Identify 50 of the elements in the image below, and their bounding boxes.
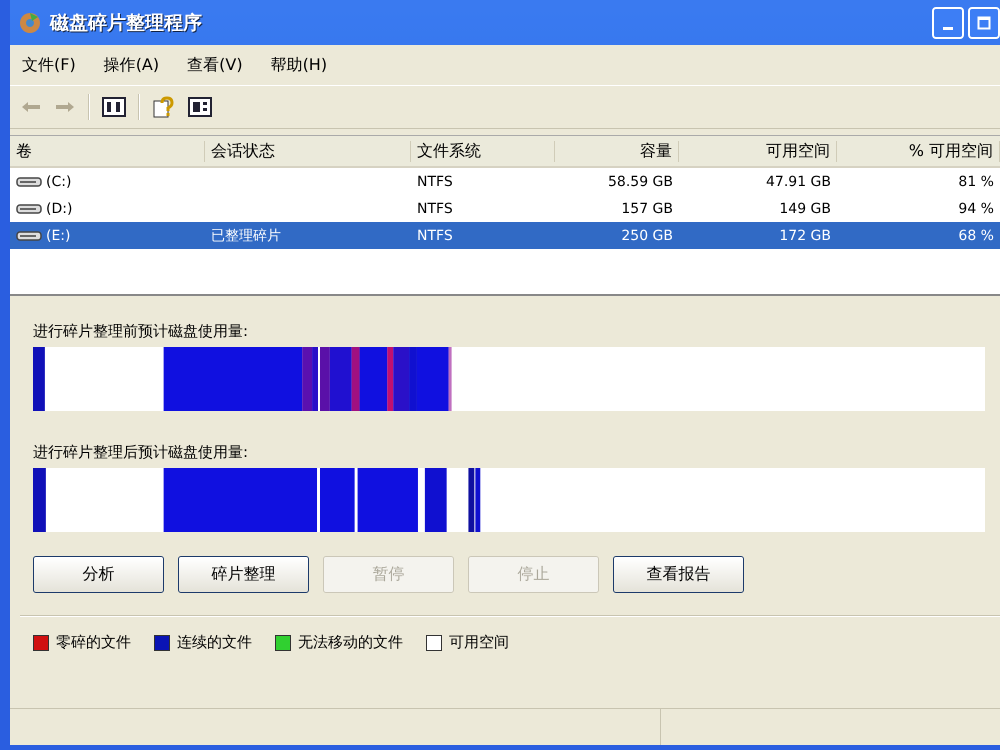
legend-label: 零碎的文件 [56, 633, 131, 652]
table-cell: NTFS [417, 174, 453, 190]
table-cell: (E:) [46, 228, 70, 244]
maximize-icon [977, 16, 991, 30]
table-cell: NTFS [417, 200, 453, 216]
map-label: 进行碎片整理后预计磁盘使用量: [33, 443, 250, 462]
action-button[interactable]: 查看报告 [613, 556, 744, 593]
volume-row[interactable]: (D:) NTFS 157 GB 149 GB 94 % [10, 195, 1000, 222]
minimize-icon [943, 27, 953, 30]
table-cell: 250 GB [621, 228, 673, 244]
menu-item[interactable]: 帮助(H) [270, 54, 328, 76]
properties-icon[interactable] [188, 97, 212, 117]
volume-row[interactable]: (E:) 已整理碎片 NTFS 250 GB 172 GB 68 % [10, 222, 1000, 249]
menu-item[interactable]: 操作(A) [104, 54, 160, 76]
legend-label: 连续的文件 [177, 633, 252, 652]
column-header[interactable]: 会话状态 [205, 140, 411, 162]
menu-item[interactable]: 查看(V) [187, 54, 243, 76]
action-button[interactable]: 碎片整理 [178, 556, 309, 593]
panel-icon[interactable] [102, 97, 126, 117]
maximize-button[interactable] [968, 6, 1000, 38]
menu-item[interactable]: 文件(F) [22, 54, 76, 76]
column-header[interactable]: 容量 [555, 140, 679, 162]
table-cell: 172 GB [779, 228, 831, 244]
table-cell: 58.59 GB [608, 174, 673, 190]
table-cell: 68 % [958, 228, 994, 244]
table-cell: (D:) [46, 200, 72, 216]
drive-icon [16, 202, 42, 214]
drive-icon [16, 176, 42, 188]
table-cell: (C:) [46, 174, 72, 190]
help-icon[interactable] [152, 95, 176, 119]
table-cell: 157 GB [621, 200, 673, 216]
map-label: 进行碎片整理前预计磁盘使用量: [33, 322, 250, 341]
column-header[interactable]: 卷 [10, 140, 205, 162]
table-cell: 81 % [958, 174, 994, 190]
table-cell: 47.91 GB [766, 174, 831, 190]
minimize-button[interactable] [932, 6, 964, 38]
disk-icon [18, 10, 42, 34]
table-cell: NTFS [417, 228, 453, 244]
column-header[interactable]: 文件系统 [411, 140, 555, 162]
window-title: 磁盘碎片整理程序 [50, 10, 202, 36]
table-cell: 94 % [958, 200, 994, 216]
column-header[interactable]: 可用空间 [679, 140, 837, 162]
drive-icon [16, 230, 42, 242]
legend-label: 可用空间 [449, 633, 509, 652]
action-button[interactable]: 分析 [33, 556, 164, 593]
table-cell: 149 GB [779, 200, 831, 216]
table-cell: 已整理碎片 [211, 226, 281, 244]
volume-row[interactable]: (C:) NTFS 58.59 GB 47.91 GB 81 % [10, 168, 1000, 195]
column-header[interactable]: % 可用空间 [837, 140, 1000, 162]
legend-label: 无法移动的文件 [298, 633, 403, 652]
